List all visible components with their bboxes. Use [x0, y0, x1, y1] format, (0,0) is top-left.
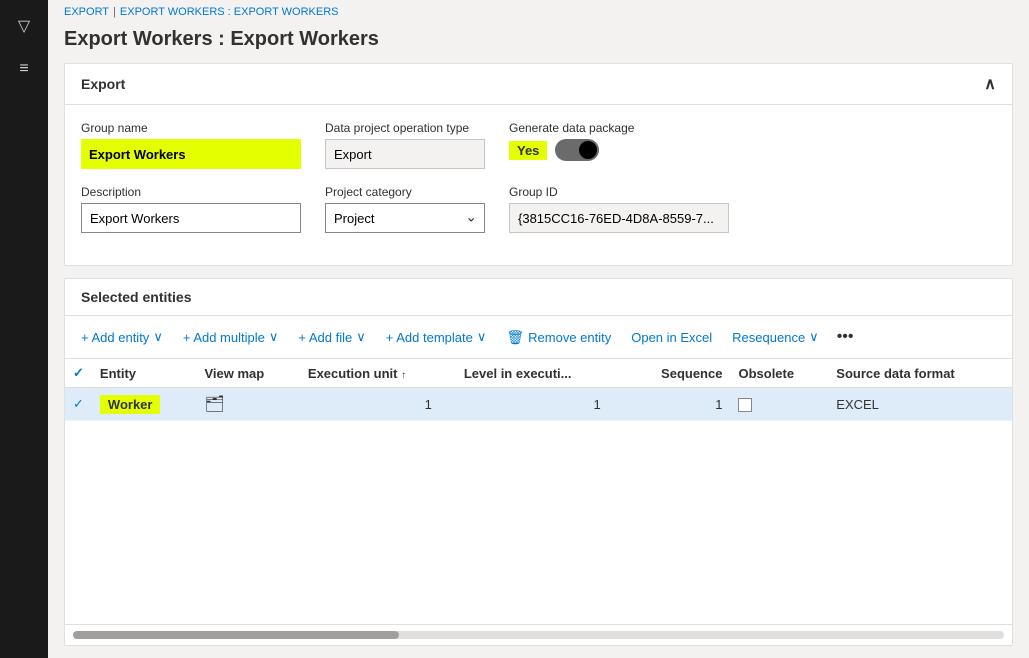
- filter-icon[interactable]: ▽: [10, 8, 38, 44]
- remove-entity-button[interactable]: 🗑 Remove entity: [498, 325, 619, 350]
- breadcrumb-sep: |: [113, 6, 116, 18]
- entities-card: Selected entities + Add entity ∨ + Add m…: [64, 278, 1013, 646]
- toolbar: + Add entity ∨ + Add multiple ∨ + Add fi…: [65, 316, 1012, 359]
- toggle-switch[interactable]: [555, 139, 599, 161]
- form-row-1: Group name Data project operation type G…: [81, 121, 996, 169]
- add-entity-label: + Add entity: [81, 330, 149, 345]
- main-content: EXPORT | EXPORT WORKERS : EXPORT WORKERS…: [48, 0, 1029, 658]
- header-check-icon: ✓: [73, 365, 84, 380]
- more-options-button[interactable]: •••: [831, 324, 860, 350]
- project-category-group: Project category Project: [325, 185, 485, 233]
- add-file-chevron: ∨: [356, 329, 366, 345]
- remove-entity-label: Remove entity: [528, 330, 611, 345]
- col-view-map[interactable]: View map: [196, 359, 299, 388]
- group-name-group: Group name: [81, 121, 301, 169]
- col-entity[interactable]: Entity: [92, 359, 197, 388]
- project-category-select[interactable]: Project: [325, 203, 485, 233]
- page-title: Export Workers : Export Workers: [48, 24, 1029, 63]
- entities-card-header: Selected entities: [65, 279, 1012, 316]
- row-sequence: 1: [625, 388, 731, 421]
- col-source-format[interactable]: Source data format: [828, 359, 1012, 388]
- row-level: 1: [456, 388, 625, 421]
- row-obsolete[interactable]: [730, 388, 828, 421]
- entities-card-body: + Add entity ∨ + Add multiple ∨ + Add fi…: [65, 316, 1012, 645]
- col-checkbox: ✓: [65, 359, 92, 388]
- col-execution-unit[interactable]: Execution unit ↑: [300, 359, 456, 388]
- add-file-label: + Add file: [298, 330, 352, 345]
- entities-table: ✓ Entity View map Execution unit ↑ Level…: [65, 359, 1012, 421]
- toggle-wrapper: Yes: [509, 139, 634, 161]
- entities-card-title: Selected entities: [81, 289, 192, 305]
- open-excel-button[interactable]: Open in Excel: [623, 326, 720, 349]
- open-excel-label: Open in Excel: [631, 330, 712, 345]
- resequence-label: Resequence: [732, 330, 805, 345]
- group-id-label: Group ID: [509, 185, 729, 199]
- form-row-2: Description Project category Project Gro…: [81, 185, 996, 233]
- export-card: Export ∧ Group name Data project operati…: [64, 63, 1013, 266]
- data-project-label: Data project operation type: [325, 121, 485, 135]
- add-file-button[interactable]: + Add file ∨: [290, 325, 373, 349]
- table-wrapper: ✓ Entity View map Execution unit ↑ Level…: [65, 359, 1012, 624]
- description-label: Description: [81, 185, 301, 199]
- sidebar: ▽ ≡: [0, 0, 48, 658]
- breadcrumb-export-workers[interactable]: EXPORT WORKERS : EXPORT WORKERS: [120, 6, 339, 18]
- row-entity: Worker: [92, 388, 197, 421]
- add-entity-button[interactable]: + Add entity ∨: [73, 325, 171, 349]
- toggle-yes-label: Yes: [509, 141, 547, 160]
- row-source-format: EXCEL: [828, 388, 1012, 421]
- export-card-title: Export: [81, 76, 125, 92]
- resequence-chevron: ∨: [809, 329, 819, 345]
- row-checkbox[interactable]: ✓: [65, 388, 92, 421]
- resequence-button[interactable]: Resequence ∨: [724, 325, 827, 349]
- data-project-input[interactable]: [325, 139, 485, 169]
- scrollbar-container[interactable]: [65, 624, 1012, 645]
- add-template-chevron: ∨: [477, 329, 487, 345]
- table-row[interactable]: ✓ Worker 🗂 1 1 1: [65, 388, 1012, 421]
- view-map-icon[interactable]: 🗂: [204, 396, 224, 413]
- add-template-button[interactable]: + Add template ∨: [378, 325, 495, 349]
- group-id-group: Group ID: [509, 185, 729, 233]
- group-id-input[interactable]: [509, 203, 729, 233]
- description-group: Description: [81, 185, 301, 233]
- scrollbar-thumb[interactable]: [73, 631, 399, 639]
- col-level[interactable]: Level in executi...: [456, 359, 625, 388]
- export-card-body: Group name Data project operation type G…: [65, 105, 1012, 265]
- description-input[interactable]: [81, 203, 301, 233]
- export-card-header: Export ∧: [65, 64, 1012, 105]
- add-multiple-label: + Add multiple: [183, 330, 265, 345]
- project-category-label: Project category: [325, 185, 485, 199]
- project-category-select-wrapper: Project: [325, 203, 485, 233]
- remove-entity-trash-icon: 🗑: [506, 329, 524, 346]
- scrollbar-track[interactable]: [73, 631, 1004, 639]
- add-multiple-chevron: ∨: [269, 329, 279, 345]
- row-check-icon: ✓: [73, 396, 84, 411]
- group-name-input[interactable]: [81, 139, 301, 169]
- add-template-label: + Add template: [386, 330, 473, 345]
- add-multiple-button[interactable]: + Add multiple ∨: [175, 325, 287, 349]
- col-sequence[interactable]: Sequence: [625, 359, 731, 388]
- entity-label: Worker: [100, 395, 161, 414]
- breadcrumb-export[interactable]: EXPORT: [64, 6, 109, 18]
- row-view-map[interactable]: 🗂: [196, 388, 299, 421]
- obsolete-checkbox[interactable]: [738, 398, 752, 412]
- breadcrumb: EXPORT | EXPORT WORKERS : EXPORT WORKERS: [48, 0, 1029, 24]
- table-header-row: ✓ Entity View map Execution unit ↑ Level…: [65, 359, 1012, 388]
- collapse-icon[interactable]: ∧: [984, 74, 996, 94]
- row-execution-unit: 1: [300, 388, 456, 421]
- group-name-label: Group name: [81, 121, 301, 135]
- generate-label: Generate data package: [509, 121, 634, 135]
- col-obsolete[interactable]: Obsolete: [730, 359, 828, 388]
- add-entity-chevron: ∨: [153, 329, 163, 345]
- menu-icon[interactable]: ≡: [11, 52, 36, 86]
- generate-group: Generate data package Yes: [509, 121, 634, 169]
- data-project-group: Data project operation type: [325, 121, 485, 169]
